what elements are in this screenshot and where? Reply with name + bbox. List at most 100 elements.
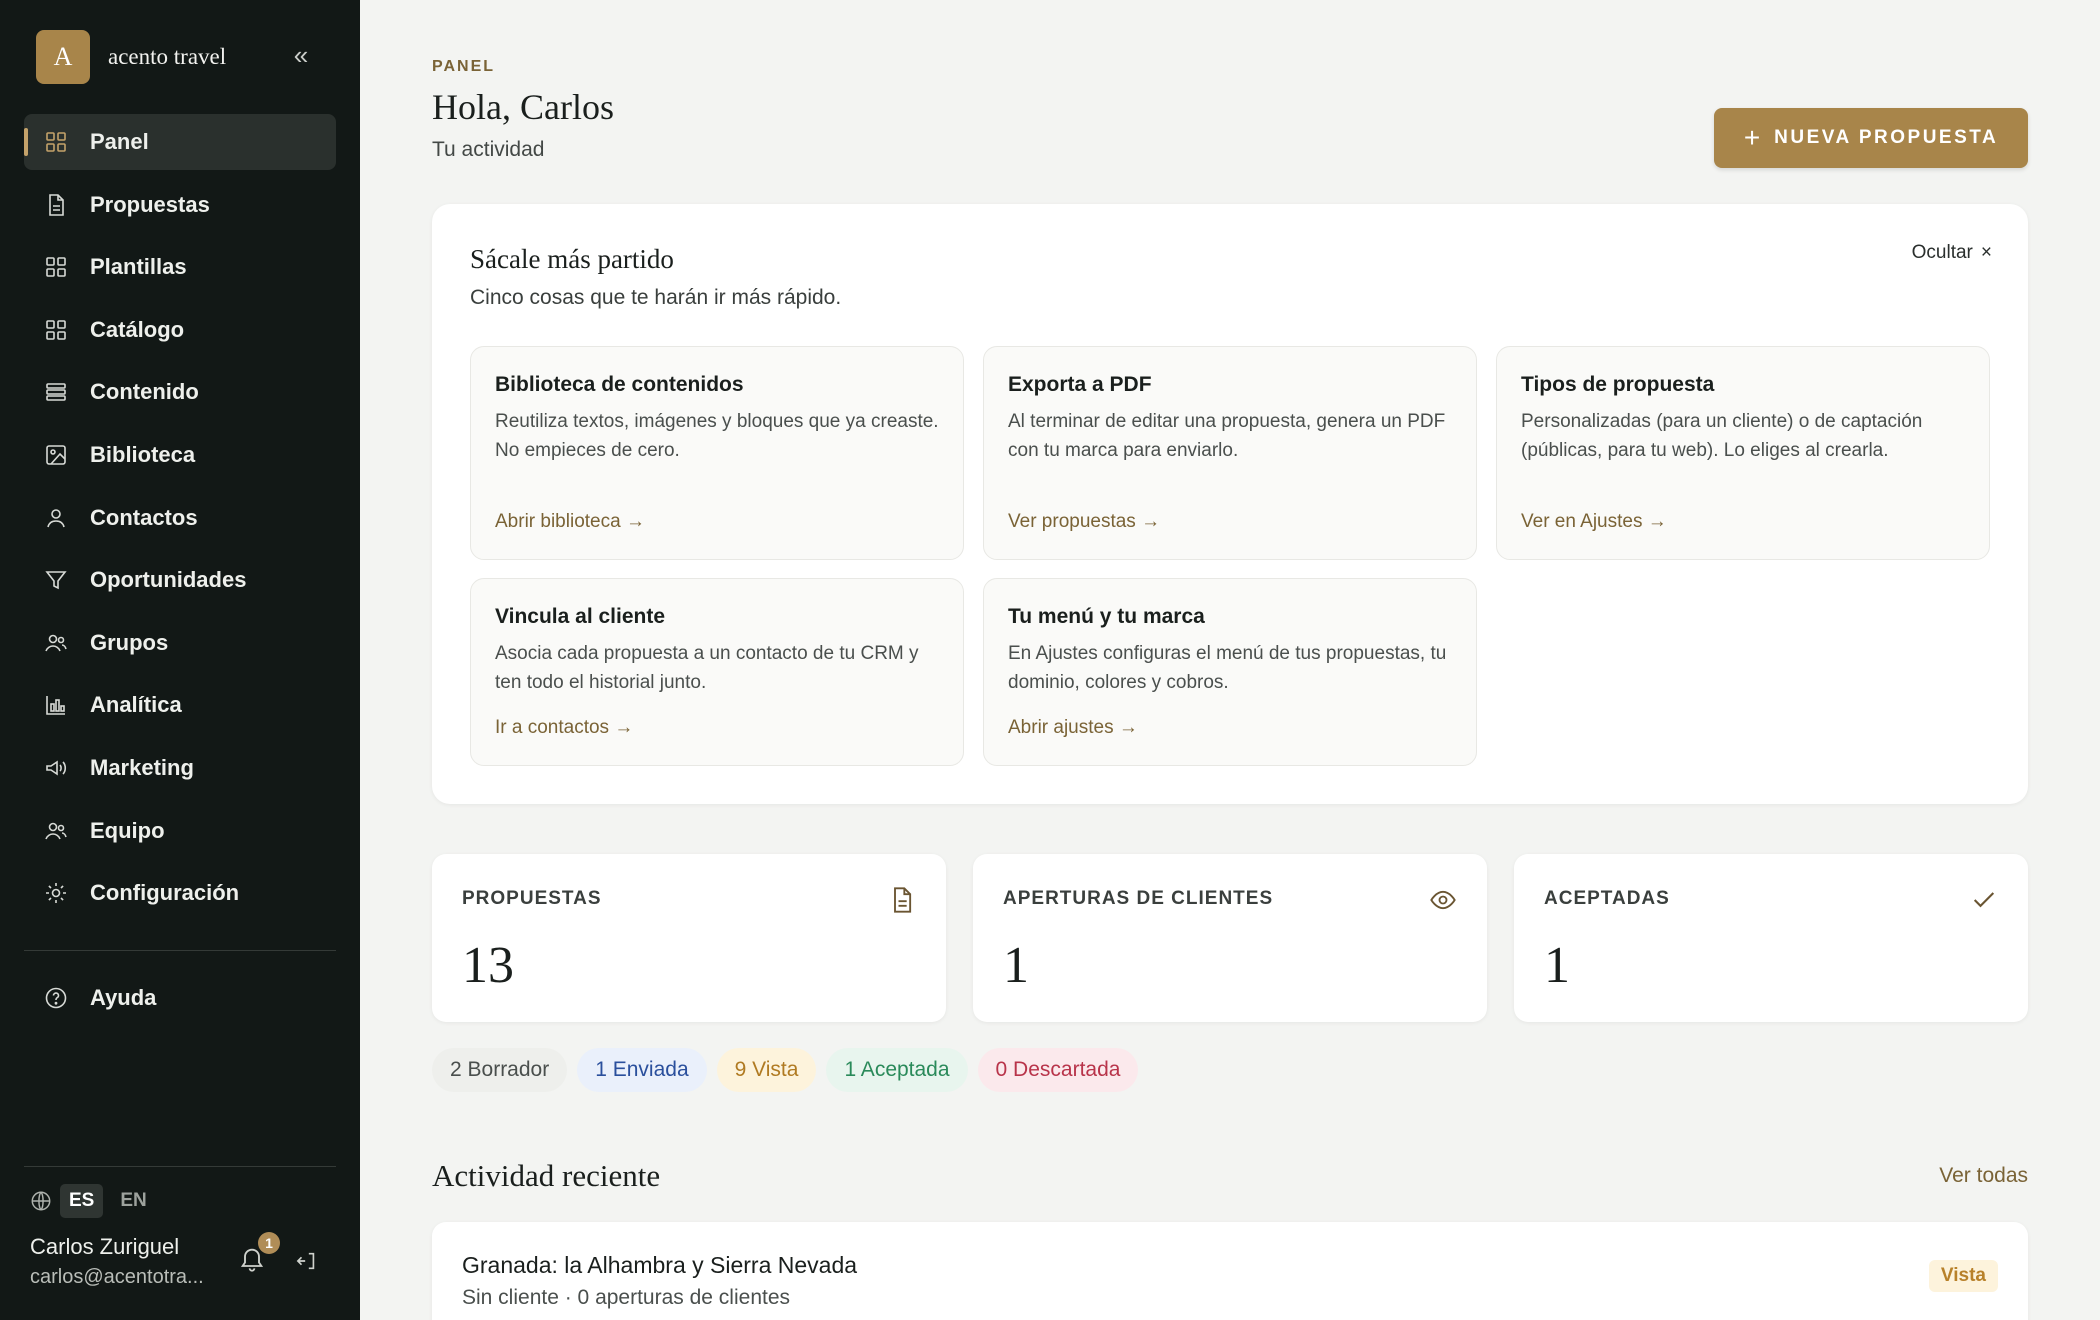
tip-card: Biblioteca de contenidos Reutiliza texto… (470, 346, 964, 560)
sidebar-item-grupos[interactable]: Grupos (24, 615, 336, 671)
tip-card: Exporta a PDF Al terminar de editar una … (983, 346, 1477, 560)
hide-tips-button[interactable]: Ocultar × (1912, 242, 1992, 264)
status-pill-draft[interactable]: 2 Borrador (432, 1048, 568, 1092)
language-es[interactable]: ES (60, 1184, 104, 1218)
sidebar-item-equipo[interactable]: Equipo (24, 803, 336, 859)
sidebar-item-analitica[interactable]: Analítica (24, 677, 336, 733)
sidebar-item-label: Plantillas (90, 254, 187, 280)
document-icon (44, 193, 68, 217)
sidebar-item-oportunidades[interactable]: Oportunidades (24, 552, 336, 608)
new-proposal-label: NUEVA PROPUESTA (1774, 127, 1999, 148)
check-icon (1973, 892, 1995, 908)
logout-icon[interactable] (296, 1250, 318, 1272)
megaphone-icon (44, 756, 68, 780)
close-icon: × (1980, 242, 1992, 263)
sidebar-item-propuestas[interactable]: Propuestas (24, 177, 336, 233)
sidebar-item-catalogo[interactable]: Catálogo (24, 302, 336, 358)
document-icon (894, 887, 912, 913)
sidebar-item-label: Contenido (90, 379, 199, 405)
tip-card-title: Vincula al cliente (495, 605, 666, 628)
sidebar-item-label: Biblioteca (90, 441, 196, 467)
status-pills: 2 Borrador 1 Enviada 9 Vista 1 Aceptada … (432, 1048, 1139, 1092)
sidebar-item-panel[interactable]: Panel (24, 114, 336, 170)
tip-card-link[interactable]: Abrir biblioteca → (495, 511, 645, 533)
stat-card-accepted[interactable]: ACEPTADAS 1 (1514, 854, 2028, 1022)
brand[interactable]: A acento travel (36, 30, 226, 84)
page-subtitle: Tu actividad (432, 138, 545, 161)
brand-name: acento travel (108, 44, 227, 69)
sidebar-item-label: Oportunidades (90, 567, 247, 593)
language-switcher: ES EN (30, 1184, 156, 1218)
sidebar-item-label: Catálogo (90, 316, 185, 342)
sidebar-item-ayuda[interactable]: Ayuda (24, 970, 336, 1026)
sidebar-divider (24, 1166, 336, 1167)
status-pill-sent[interactable]: 1 Enviada (577, 1048, 707, 1092)
tip-card-text: En Ajustes configuras el menú de tus pro… (1008, 643, 1447, 693)
collapse-sidebar-icon[interactable]: « (288, 40, 314, 70)
user-icon (44, 506, 68, 530)
tip-card-text: Personalizadas (para un cliente) o de ca… (1521, 411, 1923, 461)
activity-title: Granada: la Alhambra y Sierra Nevada (462, 1252, 858, 1278)
help-icon (44, 986, 68, 1010)
plus-icon: + (1743, 122, 1761, 153)
activity-item[interactable]: Granada: la Alhambra y Sierra Nevada Sin… (432, 1222, 2028, 1320)
sidebar-item-label: Ayuda (90, 985, 157, 1010)
language-en[interactable]: EN (111, 1184, 155, 1218)
sidebar-item-label: Configuración (90, 880, 240, 906)
tip-card-title: Exporta a PDF (1008, 373, 1152, 396)
sidebar-item-configuracion[interactable]: Configuración (24, 865, 336, 921)
stat-card-proposals[interactable]: PROPUESTAS 13 (432, 854, 946, 1022)
status-pill-discarded[interactable]: 0 Descartada (977, 1048, 1139, 1092)
grid-icon (44, 318, 68, 342)
sidebar-item-contactos[interactable]: Contactos (24, 490, 336, 546)
tip-card-link[interactable]: Ver en Ajustes → (1521, 511, 1667, 533)
sidebar-nav: Panel Propuestas Plantillas Catálogo Con… (24, 114, 336, 928)
tip-card-link[interactable]: Ver propuestas → (1008, 511, 1160, 533)
image-icon (44, 443, 68, 467)
user-email: carlos@acentotra... (30, 1266, 204, 1288)
tips-title: Sácale más partido (470, 244, 674, 274)
tip-card-link[interactable]: Ir a contactos → (495, 717, 633, 739)
stat-label: PROPUESTAS (462, 888, 602, 909)
tips-panel: Sácale más partido Cinco cosas que te ha… (432, 204, 2028, 804)
page-eyebrow: PANEL (432, 58, 496, 75)
hide-label: Ocultar (1911, 242, 1973, 263)
tip-card-title: Tipos de propuesta (1521, 373, 1715, 396)
status-pill-viewed[interactable]: 9 Vista (716, 1048, 817, 1092)
see-all-link[interactable]: Ver todas (1939, 1164, 2028, 1188)
new-proposal-button[interactable]: + NUEVA PROPUESTA (1714, 108, 2028, 168)
activity-subtitle: Sin cliente · 0 aperturas de clientes (462, 1286, 791, 1309)
status-pill-accepted[interactable]: 1 Aceptada (826, 1048, 968, 1092)
stat-label: ACEPTADAS (1544, 888, 1670, 909)
sidebar-item-label: Analítica (90, 692, 182, 718)
stat-label: APERTURAS DE CLIENTES (1003, 888, 1274, 909)
sidebar-item-label: Marketing (90, 754, 194, 780)
status-badge: Vista (1928, 1260, 1998, 1292)
tip-card-link[interactable]: Abrir ajustes → (1008, 717, 1138, 739)
brand-logo: A (36, 30, 90, 84)
tip-card: Vincula al cliente Asocia cada propuesta… (470, 578, 964, 766)
stat-card-client-opens[interactable]: APERTURAS DE CLIENTES 1 (973, 854, 1487, 1022)
sidebar-item-plantillas[interactable]: Plantillas (24, 239, 336, 295)
eye-icon (1430, 890, 1456, 910)
sidebar-item-contenido[interactable]: Contenido (24, 364, 336, 420)
tip-card: Tipos de propuesta Personalizadas (para … (1496, 346, 1990, 560)
page-title: Hola, Carlos (432, 87, 614, 127)
stack-icon (44, 380, 68, 404)
users-icon (44, 819, 68, 843)
tip-card-text: Asocia cada propuesta a un contacto de t… (495, 643, 919, 693)
dashboard-icon (44, 130, 68, 154)
sidebar-item-label: Propuestas (90, 191, 210, 217)
recent-activity-title: Actividad reciente (432, 1158, 661, 1193)
settings-icon (44, 881, 68, 905)
sidebar-item-biblioteca[interactable]: Biblioteca (24, 427, 336, 483)
user-profile[interactable]: Carlos Zuriguel carlos@acentotra... (30, 1234, 204, 1289)
sidebar-item-label: Contactos (90, 504, 198, 530)
sidebar-item-label: Equipo (90, 817, 165, 843)
sidebar: A acento travel « Panel Propuestas Plant… (0, 0, 360, 1320)
stat-value: 1 (1003, 937, 1029, 994)
tip-card-title: Tu menú y tu marca (1008, 605, 1205, 628)
sidebar-item-marketing[interactable]: Marketing (24, 740, 336, 796)
stat-value: 13 (462, 937, 514, 994)
notification-badge: 1 (258, 1232, 280, 1254)
